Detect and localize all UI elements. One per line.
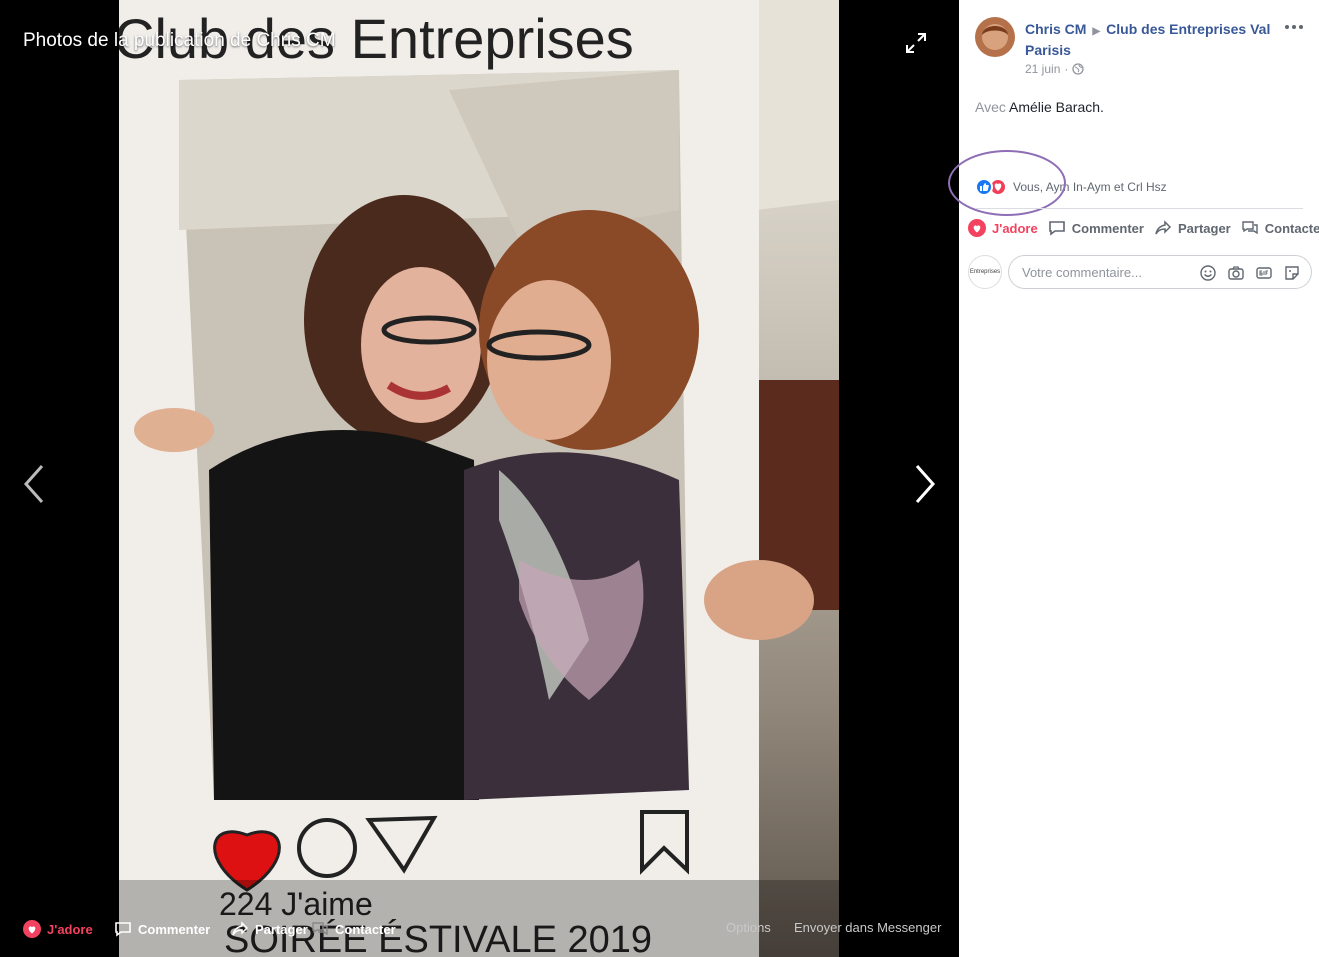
previous-photo-button[interactable] xyxy=(22,462,46,506)
chevron-left-icon xyxy=(23,465,44,503)
chevron-right-icon xyxy=(915,465,936,503)
heart-icon xyxy=(968,219,986,237)
caret-right-icon: ▶ xyxy=(1092,26,1101,37)
viewer-contact-label: Contacter xyxy=(335,921,396,937)
viewer-love-label: J'adore xyxy=(47,921,93,937)
post-author-line: Chris CM ▶ Club des Entreprises Val Parisi… xyxy=(1025,20,1280,60)
commenter-avatar-text: Entreprises xyxy=(969,268,1001,275)
photo-illustration: Club des Entreprises 224 J'aime SOIRÉE É… xyxy=(119,0,839,957)
like-reaction-icon xyxy=(975,178,993,196)
post-actions: J'adore Commenter Partager Contacter xyxy=(968,218,1319,238)
share-button[interactable]: Partager xyxy=(1154,219,1231,237)
share-icon xyxy=(232,921,249,936)
next-photo-button[interactable] xyxy=(913,462,937,506)
tagged-people: Avec Amélie Barach. xyxy=(975,99,1104,115)
comment-composer: Entreprises xyxy=(968,254,1312,290)
gif-icon[interactable] xyxy=(1255,264,1273,282)
viewer-comment-button[interactable]: Commenter xyxy=(114,920,210,938)
author-avatar[interactable] xyxy=(975,17,1015,57)
comment-button[interactable]: Commenter xyxy=(1048,219,1144,237)
viewer-share-button[interactable]: Partager xyxy=(231,920,308,938)
emoji-icon[interactable] xyxy=(1199,264,1217,282)
comment-input-wrapper xyxy=(1008,255,1312,289)
love-label: J'adore xyxy=(992,220,1038,236)
post-date: 21 juin · xyxy=(1025,62,1085,76)
author-link[interactable]: Chris CM xyxy=(1025,21,1086,37)
send-in-messenger-label: Envoyer dans Messenger xyxy=(794,920,942,935)
contact-button[interactable]: Contacter xyxy=(1241,219,1319,237)
comment-label: Commenter xyxy=(1071,220,1144,236)
love-button[interactable]: J'adore xyxy=(968,219,1038,237)
send-in-messenger-link[interactable]: Envoyer dans Messenger xyxy=(794,920,941,935)
contact-label: Contacter xyxy=(1264,220,1319,236)
viewer-love-button[interactable]: J'adore xyxy=(23,920,93,938)
more-options-button[interactable] xyxy=(1283,20,1305,34)
messenger-icon xyxy=(312,922,328,936)
more-icon xyxy=(1285,25,1303,29)
share-label: Partager xyxy=(1177,220,1231,236)
post-photo[interactable]: Club des Entreprises 224 J'aime SOIRÉE É… xyxy=(119,0,839,957)
reactions-summary[interactable]: Vous, Aym In-Aym et Crl Hsz xyxy=(975,178,1167,196)
viewer-comment-label: Commenter xyxy=(138,921,211,937)
comment-input-tools xyxy=(1199,264,1301,282)
actions-divider xyxy=(975,208,1303,209)
heart-icon xyxy=(23,920,41,938)
camera-icon[interactable] xyxy=(1227,264,1245,282)
expand-icon[interactable] xyxy=(905,32,927,54)
viewer-title: Photos de la publication de Chris CM xyxy=(23,30,336,51)
viewer-action-bar: J'adore Commenter Partager Contacter Opt… xyxy=(0,910,959,950)
sticker-icon[interactable] xyxy=(1283,264,1301,282)
comment-icon xyxy=(115,922,131,937)
commenter-avatar: Entreprises xyxy=(968,255,1002,289)
messenger-icon xyxy=(1242,221,1258,235)
globe-icon xyxy=(1072,63,1085,75)
comment-icon xyxy=(1048,221,1065,236)
viewer-share-label: Partager xyxy=(255,921,308,937)
tagged-person-link[interactable]: Amélie Barach. xyxy=(1009,99,1104,115)
post-date-link[interactable]: 21 juin xyxy=(1025,62,1060,76)
viewer-contact-button[interactable]: Contacter xyxy=(311,920,396,938)
reactions-text: Vous, Aym In-Aym et Crl Hsz xyxy=(1013,180,1167,194)
viewer-options-label: Options xyxy=(726,920,771,935)
viewer-options-link[interactable]: Options xyxy=(726,920,771,935)
comment-input[interactable] xyxy=(1009,256,1179,288)
photo-viewer: Club des Entreprises 224 J'aime SOIRÉE É… xyxy=(0,0,959,957)
post-side-panel xyxy=(959,0,1319,957)
tag-prefix: Avec xyxy=(975,99,1006,115)
share-icon xyxy=(1155,220,1172,235)
